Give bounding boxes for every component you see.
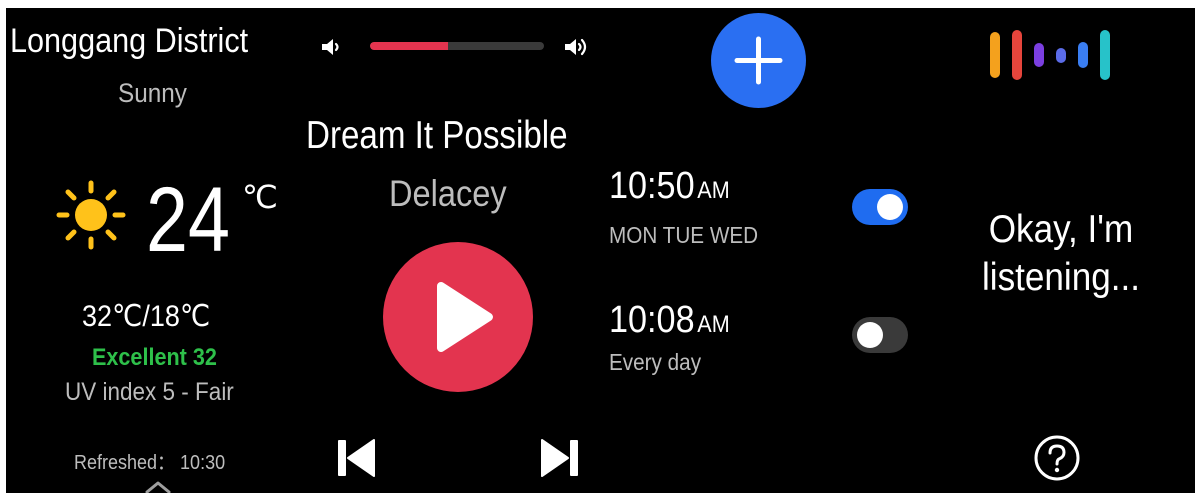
current-temperature: 24 bbox=[146, 169, 230, 271]
alarm-time-value: 10:08 bbox=[609, 299, 695, 341]
smart-display-screen: Longgang District Sunny 24 ℃ 32℃/18℃ Exc… bbox=[6, 8, 1195, 493]
weather-location: Longgang District bbox=[10, 22, 249, 60]
voice-assistant-wave-icon[interactable] bbox=[990, 28, 1130, 82]
chevron-up-icon[interactable] bbox=[144, 480, 172, 493]
alarm-1-toggle[interactable] bbox=[852, 189, 908, 225]
artist-name: Delacey bbox=[389, 173, 507, 214]
uv-index: UV index 5 - Fair bbox=[65, 378, 234, 406]
alarm-repeat-days: Every day bbox=[609, 349, 702, 375]
play-button[interactable] bbox=[383, 242, 533, 392]
temperature-unit: ℃ bbox=[242, 179, 278, 215]
alarm-repeat-days: MON TUE WED bbox=[609, 222, 759, 248]
add-button[interactable] bbox=[711, 13, 806, 108]
volume-slider[interactable] bbox=[370, 42, 544, 50]
volume-high-icon[interactable] bbox=[563, 35, 595, 59]
alarm-time-value: 10:50 bbox=[609, 165, 695, 207]
sun-icon bbox=[56, 180, 126, 250]
previous-track-icon[interactable] bbox=[334, 436, 378, 480]
refreshed-time: Refreshed： 10:30 bbox=[74, 452, 226, 474]
alarm-time[interactable]: 10:08 AM bbox=[609, 299, 730, 342]
toggle-knob bbox=[857, 322, 883, 348]
song-title: Dream It Possible bbox=[306, 114, 568, 157]
air-quality: Excellent 32 bbox=[92, 344, 217, 371]
assistant-status: Okay, I'm listening... bbox=[981, 208, 1141, 299]
volume-low-icon[interactable] bbox=[320, 36, 342, 58]
alarm-ampm: AM bbox=[697, 177, 730, 204]
play-icon bbox=[437, 282, 493, 352]
temperature-range: 32℃/18℃ bbox=[82, 300, 211, 333]
plus-icon bbox=[734, 36, 783, 85]
alarm-2-toggle[interactable] bbox=[852, 317, 908, 353]
volume-slider-fill bbox=[370, 42, 449, 50]
help-icon[interactable] bbox=[1033, 434, 1081, 482]
alarm-ampm: AM bbox=[697, 311, 730, 338]
toggle-knob bbox=[877, 194, 903, 220]
weather-condition: Sunny bbox=[118, 78, 187, 108]
alarm-time[interactable]: 10:50 AM bbox=[609, 165, 730, 208]
next-track-icon[interactable] bbox=[538, 436, 582, 480]
